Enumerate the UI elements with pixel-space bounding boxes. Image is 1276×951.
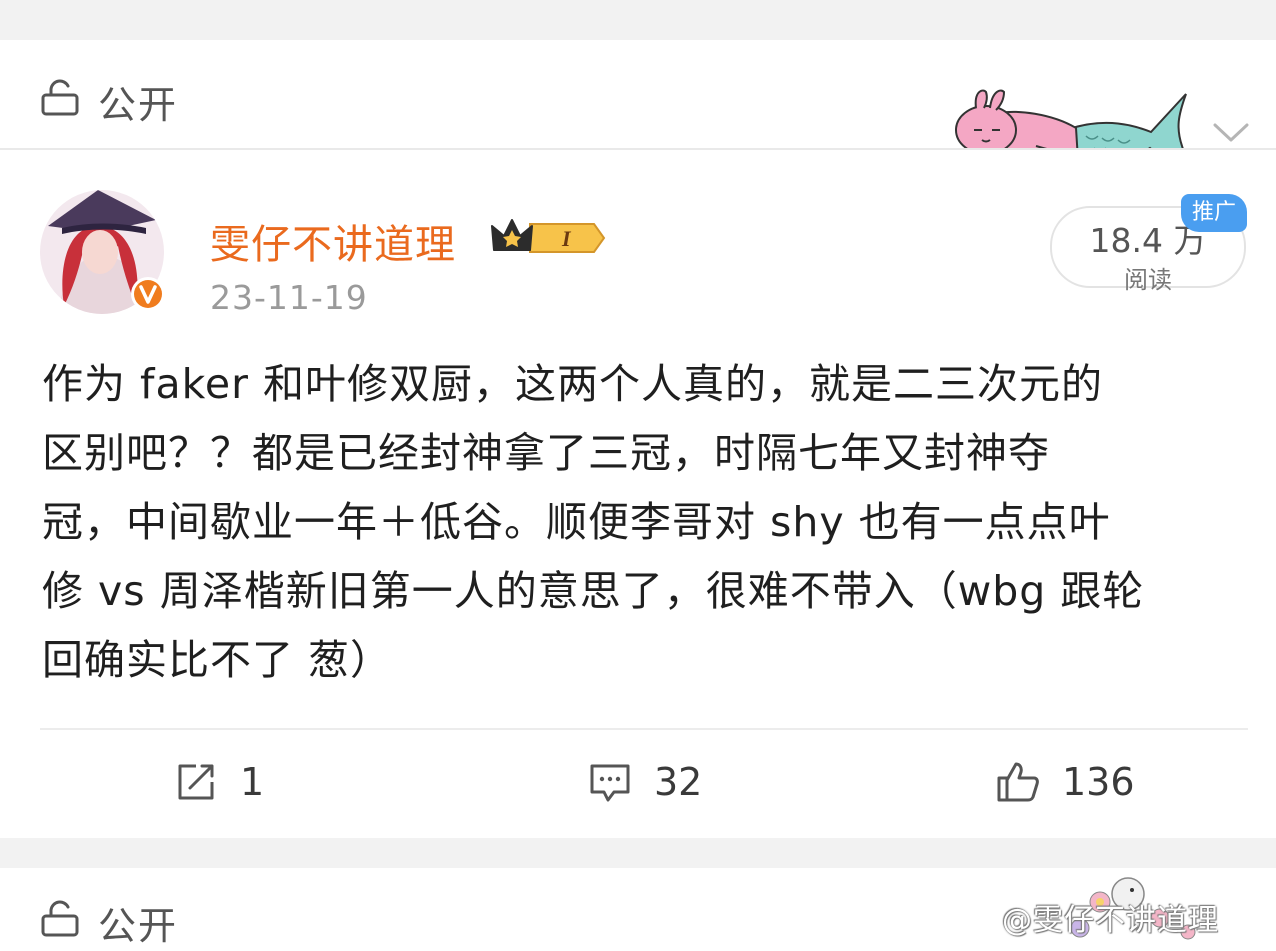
lock-icon (41, 79, 79, 116)
comment-icon (590, 764, 630, 802)
avatar[interactable] (38, 186, 170, 318)
views-label: 阅读 (1124, 266, 1172, 294)
visibility-bar[interactable]: 公开 (0, 40, 1276, 179)
post-body: 作为 faker 和叶修双厨，这两个人真的，就是二三次元的 区别吧？？都是已经封… (42, 360, 1145, 684)
vip-crown-badge[interactable]: I (490, 212, 608, 260)
like-count: 136 (1062, 760, 1135, 804)
like-button[interactable]: 136 (996, 748, 1135, 816)
level-badge-text: I (561, 226, 572, 251)
author-name[interactable]: 雯仔不讲道理 (210, 212, 456, 270)
repost-icon (178, 764, 214, 800)
feed-gap (0, 0, 1276, 40)
actions-divider (40, 728, 1248, 730)
repost-count: 1 (240, 760, 265, 804)
visibility-label: 公开 (98, 83, 179, 127)
lock-icon (41, 900, 79, 937)
comment-count: 32 (654, 760, 703, 804)
post-date: 23-11-19 (210, 278, 368, 317)
repost-button[interactable]: 1 (174, 748, 264, 816)
chevron-down-icon[interactable] (1212, 120, 1250, 146)
post-card: 雯仔不讲道理 I 23-11-19 18.4 万 阅读 推广 作为 faker … (0, 150, 1276, 838)
comment-button[interactable]: 32 (588, 748, 702, 816)
feed-gap (0, 838, 1276, 868)
promo-badge[interactable]: 推广 (1181, 194, 1247, 232)
thumbs-up-icon (997, 762, 1039, 802)
weibo-watermark: @雯仔不讲道理 (1002, 903, 1219, 938)
visibility-label: 公开 (98, 904, 179, 948)
